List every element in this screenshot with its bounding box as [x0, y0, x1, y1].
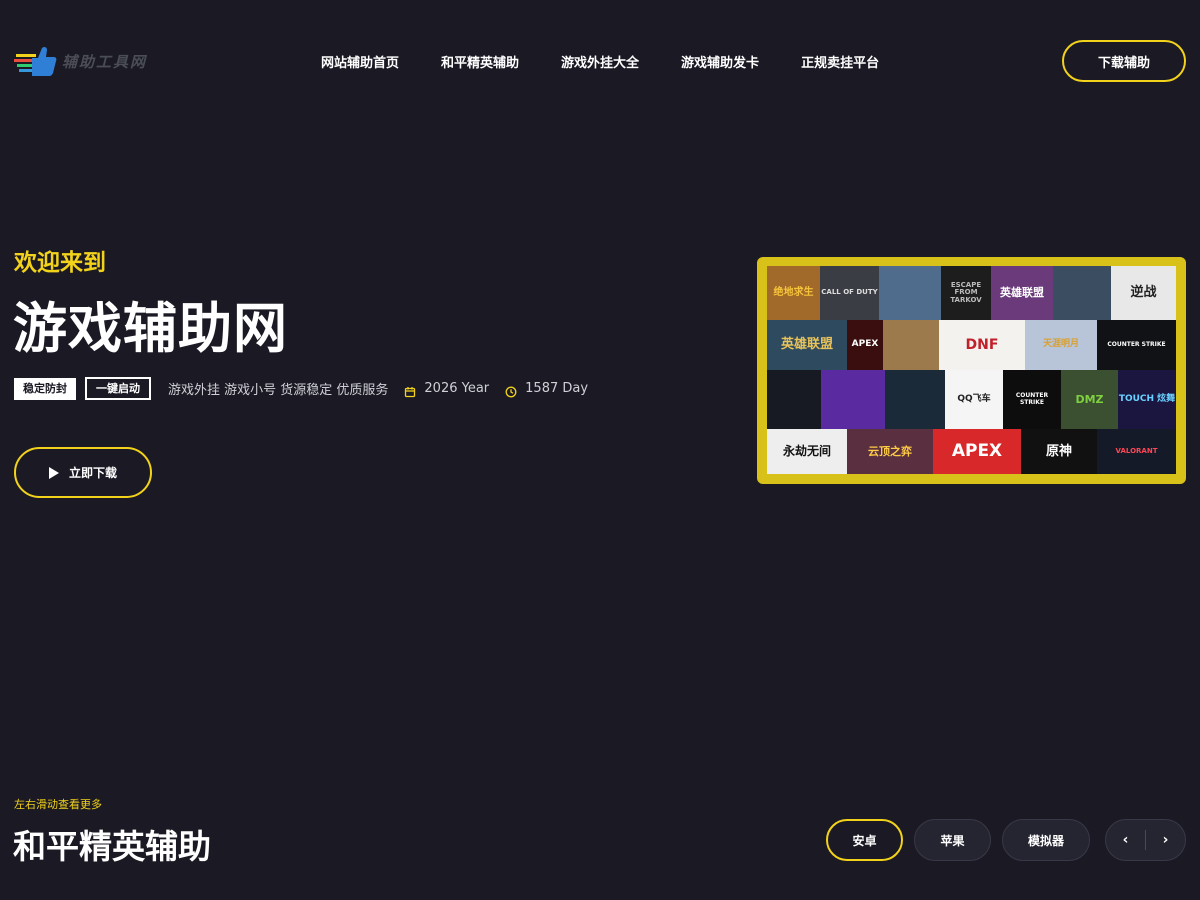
site-logo[interactable]: 辅助工具网 [14, 44, 147, 78]
game-tile[interactable]: 英雄联盟 [991, 266, 1053, 320]
prev-button[interactable]: ‹ [1106, 820, 1145, 860]
game-tile[interactable]: 绝地求生 [767, 266, 820, 320]
game-tile[interactable] [1053, 266, 1111, 320]
game-tile-label: 逆战 [1130, 285, 1157, 301]
welcome-text: 欢迎来到 [14, 250, 106, 276]
page-title: 游戏辅助网 [13, 297, 288, 360]
game-tile[interactable]: DNF [939, 320, 1025, 370]
game-tile[interactable] [883, 320, 939, 370]
hero-meta: 稳定防封 一键启动 游戏外挂 游戏小号 货源稳定 优质服务 2026 Year … [14, 377, 588, 400]
filter-android[interactable]: 安卓 [826, 819, 903, 861]
main-nav: 网站辅助首页 和平精英辅助 游戏外挂大全 游戏辅助发卡 正规卖挂平台 [300, 52, 900, 71]
game-tile[interactable]: CALL OF DUTY [820, 266, 879, 320]
game-tile[interactable] [885, 370, 945, 429]
clock-icon [505, 383, 517, 397]
game-tile[interactable]: 英雄联盟 [767, 320, 847, 370]
nav-home[interactable]: 网站辅助首页 [321, 52, 399, 71]
game-tile[interactable]: TOUCH 炫舞 [1118, 370, 1176, 429]
thumbs-up-icon [14, 44, 58, 78]
game-tile-label: QQ飞车 [957, 393, 991, 404]
swipe-hint: 左右滑动查看更多 [14, 798, 102, 811]
game-tile[interactable]: 原神 [1021, 429, 1097, 474]
game-tile-label: COUNTER STRIKE [1107, 340, 1166, 348]
game-tile-label: ESCAPE FROM TARKOV [950, 280, 982, 304]
nav-platform[interactable]: 正规卖挂平台 [801, 52, 879, 71]
logo-text: 辅助工具网 [62, 52, 148, 71]
game-tile[interactable] [821, 370, 885, 429]
game-tile[interactable]: COUNTER STRIKE [1003, 370, 1061, 429]
game-tile-label: CALL OF DUTY [821, 288, 878, 297]
carousel-pager: ‹ › [1105, 819, 1186, 861]
year-value: 2026 Year [424, 381, 490, 396]
game-tile[interactable]: APEX [933, 429, 1021, 474]
calendar-icon [404, 383, 416, 397]
game-tile-label: 原神 [1045, 443, 1072, 459]
game-mosaic: 绝地求生 CALL OF DUTY ESCAPE FROM TARKOV 英雄联盟 逆战… [757, 257, 1186, 484]
game-tile-label: COUNTER STRIKE [1015, 392, 1049, 406]
site-header: 辅助工具网 网站辅助首页 和平精英辅助 游戏外挂大全 游戏辅助发卡 正规卖挂平台… [0, 0, 1200, 122]
game-tile[interactable]: 天涯明月 [1025, 320, 1097, 370]
game-mosaic-grid: 绝地求生 CALL OF DUTY ESCAPE FROM TARKOV 英雄联盟 逆战… [767, 266, 1176, 474]
download-now-button[interactable]: 立即下载 [14, 447, 152, 498]
game-tile-label: 云顶之弈 [868, 444, 912, 458]
game-tile-label: DMZ [1075, 392, 1104, 406]
game-tile-label: 天涯明月 [1042, 339, 1079, 350]
game-tile-label: 英雄联盟 [780, 337, 833, 353]
game-tile-label: DNF [965, 336, 999, 353]
section-title: 和平精英辅助 [13, 827, 211, 866]
game-tile-label: 永劫无间 [782, 444, 831, 459]
game-tile[interactable]: COUNTER STRIKE [1097, 320, 1176, 370]
game-tile[interactable]: APEX [847, 320, 883, 370]
game-tile[interactable]: QQ飞车 [945, 370, 1003, 429]
game-tile[interactable]: 永劫无间 [767, 429, 847, 474]
tag-stable: 稳定防封 [14, 377, 76, 400]
tag-one-click: 一键启动 [85, 377, 151, 400]
nav-card-shop[interactable]: 游戏辅助发卡 [681, 52, 759, 71]
filter-emulator[interactable]: 模拟器 [1002, 819, 1090, 861]
filter-ios[interactable]: 苹果 [914, 819, 991, 861]
game-tile-label: TOUCH 炫舞 [1118, 393, 1176, 404]
game-tile[interactable]: 逆战 [1111, 266, 1176, 320]
game-tile-label: APEX [851, 339, 879, 350]
days-value: 1587 Day [525, 381, 589, 396]
download-button[interactable]: 下载辅助 [1062, 40, 1186, 82]
game-tile[interactable]: 云顶之弈 [847, 429, 933, 474]
nav-game-cheats[interactable]: 游戏外挂大全 [561, 52, 639, 71]
nav-peace-elite[interactable]: 和平精英辅助 [441, 52, 519, 71]
game-tile[interactable] [767, 370, 821, 429]
game-tile[interactable]: VALORANT [1097, 429, 1176, 474]
game-tile-label: APEX [951, 440, 1003, 461]
game-tile[interactable] [879, 266, 941, 320]
next-button[interactable]: › [1146, 820, 1185, 860]
download-now-label: 立即下载 [68, 466, 117, 480]
hero-description: 游戏外挂 游戏小号 货源稳定 优质服务 [168, 383, 389, 398]
game-tile[interactable]: ESCAPE FROM TARKOV [941, 266, 991, 320]
game-tile-label: VALORANT [1115, 446, 1158, 455]
game-tile[interactable]: DMZ [1061, 370, 1118, 429]
game-tile-label: 绝地求生 [773, 286, 814, 298]
game-tile-label: 英雄联盟 [1000, 286, 1044, 300]
play-icon [48, 466, 59, 479]
